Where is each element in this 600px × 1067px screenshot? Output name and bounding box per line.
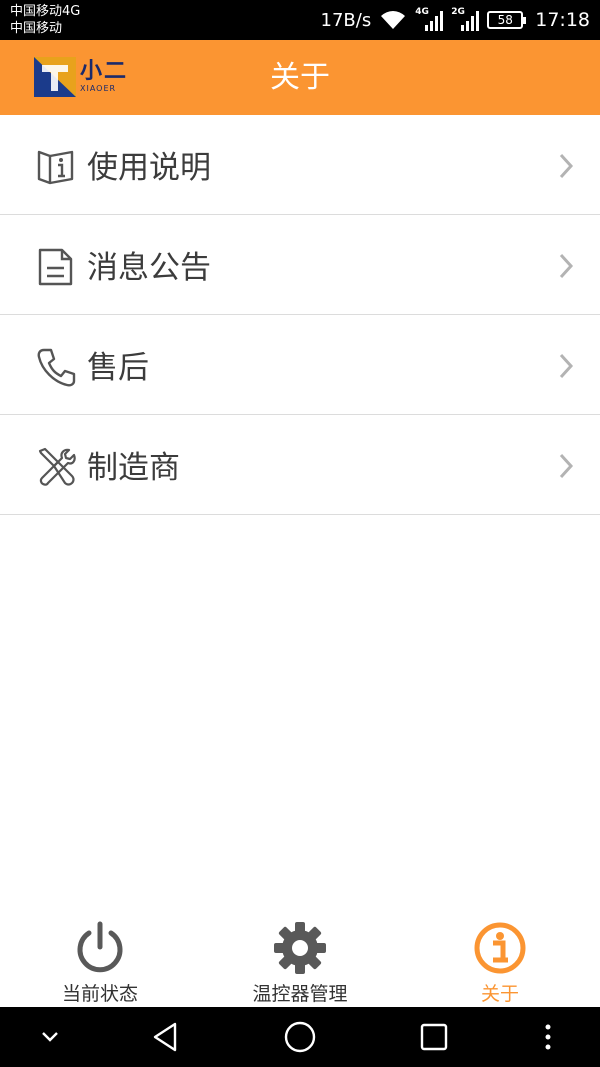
battery-icon: 58: [487, 11, 527, 29]
clock: 17:18: [535, 9, 590, 31]
tab-about[interactable]: 关于: [400, 910, 600, 1007]
about-menu: 使用说明 消息公告 售后 制造商: [0, 115, 600, 515]
signal-4g-icon: 4G: [415, 7, 444, 31]
title-bar: 关于 小二 XIAOER: [0, 40, 600, 115]
carrier-secondary: 中国移动: [10, 21, 63, 36]
logo-text: 小二 XIAOER: [80, 61, 128, 93]
tools-icon: [38, 447, 76, 486]
system-nav-bar: [0, 1007, 600, 1067]
network-speed: 17B/s: [320, 9, 372, 31]
manual-info-icon: [37, 150, 74, 185]
carrier-info: 中国移动4G 中国移动: [10, 3, 80, 37]
chevron-down-icon[interactable]: [38, 1029, 62, 1045]
info-icon: [474, 922, 526, 974]
signal-2g-icon: 2G: [451, 7, 480, 31]
menu-label-manufacturer: 制造商: [87, 450, 180, 486]
chevron-right-icon: [559, 153, 574, 179]
tab-label-thermostat-management: 温控器管理: [252, 983, 348, 1005]
menu-item-manufacturer[interactable]: 制造商: [0, 415, 600, 515]
more-vertical-icon[interactable]: [540, 1023, 556, 1051]
tab-label-current-status: 当前状态: [61, 983, 138, 1005]
document-icon: [38, 248, 73, 286]
chevron-right-icon: [559, 453, 574, 479]
status-indicators: 17B/s 4G 2G 58 17:18: [321, 0, 590, 40]
tab-current-status[interactable]: 当前状态: [0, 910, 200, 1007]
menu-label-after-sales: 售后: [87, 350, 149, 386]
status-bar: 中国移动4G 中国移动 17B/s 4G 2G 58 17:18: [0, 0, 600, 40]
logo-mark-icon: [34, 57, 76, 97]
menu-label-announcements: 消息公告: [87, 250, 211, 286]
logo-en: XIAOER: [80, 84, 117, 93]
app-logo: 小二 XIAOER: [34, 57, 128, 97]
chevron-right-icon: [559, 253, 574, 279]
gear-icon: [274, 922, 326, 974]
signal-4g-label: 4G: [415, 7, 429, 17]
home-icon[interactable]: [283, 1020, 317, 1054]
signal-2g-label: 2G: [451, 7, 465, 17]
recents-icon[interactable]: [418, 1021, 450, 1053]
back-icon[interactable]: [150, 1021, 182, 1053]
logo-cn: 小二: [80, 59, 129, 84]
battery-level: 58: [497, 13, 513, 27]
bottom-nav: 当前状态 温控器管理 关于: [0, 910, 600, 1007]
tab-thermostat-management[interactable]: 温控器管理: [200, 910, 400, 1007]
menu-label-manual: 使用说明: [87, 150, 211, 186]
menu-item-manual[interactable]: 使用说明: [0, 115, 600, 215]
tab-label-about: 关于: [480, 983, 519, 1005]
menu-item-after-sales[interactable]: 售后: [0, 315, 600, 415]
carrier-primary: 中国移动4G: [10, 4, 81, 19]
wifi-icon: [381, 11, 406, 29]
phone-icon: [37, 348, 76, 387]
power-icon: [77, 921, 123, 973]
menu-item-announcements[interactable]: 消息公告: [0, 215, 600, 315]
chevron-right-icon: [559, 353, 574, 379]
